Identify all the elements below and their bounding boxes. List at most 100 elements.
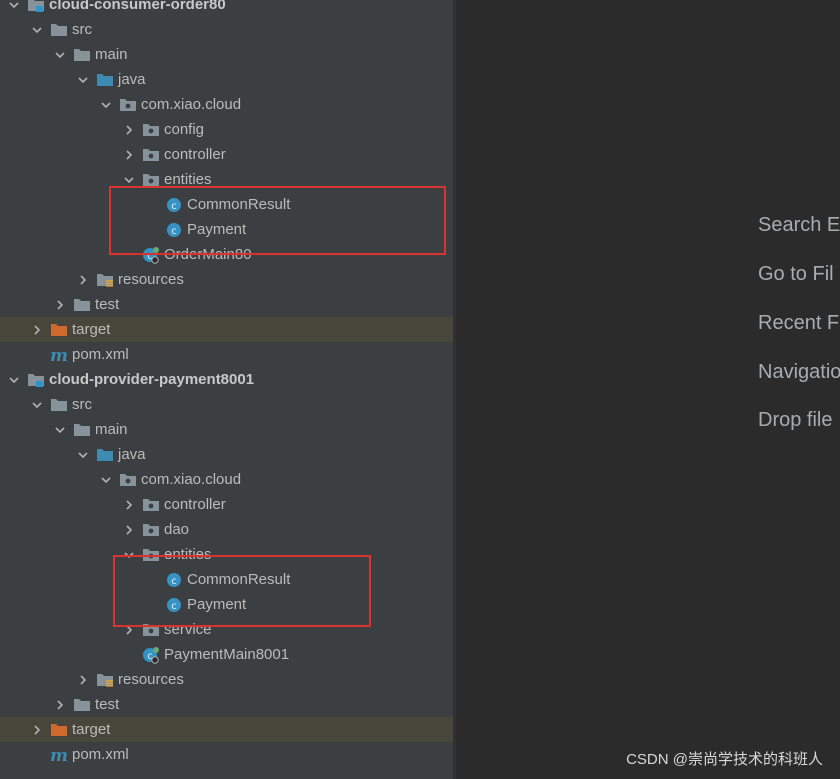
tree-row-folder[interactable]: main [0, 417, 453, 442]
chevron-right-icon[interactable] [122, 142, 136, 167]
chevron-down-icon[interactable] [7, 0, 21, 17]
tree-row-label: pom.xml [72, 346, 129, 363]
tree-row-folder[interactable]: test [0, 692, 453, 717]
folder-icon [73, 697, 91, 713]
excluded-folder-icon [50, 722, 68, 738]
chevron-down-icon[interactable] [99, 467, 113, 492]
tree-row-label: config [164, 121, 205, 138]
tree-row-folder[interactable]: test [0, 292, 453, 317]
source-folder-icon [96, 447, 114, 463]
module-folder-icon [27, 0, 45, 13]
tree-row-source-folder[interactable]: java [0, 67, 453, 92]
chevron-right-icon[interactable] [30, 317, 44, 342]
navigation-bar-hint: Navigatio [758, 361, 840, 383]
package-icon [142, 522, 160, 538]
recent-files-hint: Recent F [758, 312, 840, 334]
tree-row-label: src [72, 396, 92, 413]
svg-text:m: m [50, 747, 68, 763]
excluded-folder-icon [50, 322, 68, 338]
tree-row-package[interactable]: com.xiao.cloud [0, 92, 453, 117]
tree-row-folder[interactable]: main [0, 42, 453, 67]
chevron-down-icon[interactable] [76, 67, 90, 92]
tree-row-label: PaymentMain8001 [164, 646, 290, 663]
maven-file-icon: m [50, 347, 68, 363]
search-everywhere-hint: Search E [758, 214, 840, 236]
folder-icon [73, 422, 91, 438]
package-icon [142, 497, 160, 513]
spring-boot-class-icon: c [142, 646, 160, 664]
resources-folder-icon [96, 672, 114, 688]
tree-row-source-folder[interactable]: java [0, 442, 453, 467]
resources-folder-icon [96, 272, 114, 288]
chevron-right-icon[interactable] [122, 517, 136, 542]
tree-row-label: target [72, 721, 111, 738]
tree-row-label: test [95, 296, 120, 313]
tree-row-label: controller [164, 146, 226, 163]
tree-row-package[interactable]: controller [0, 142, 453, 167]
chevron-right-icon[interactable] [53, 692, 67, 717]
tree-row-maven-file[interactable]: m pom.xml [0, 742, 453, 767]
tree-row-label: test [95, 696, 120, 713]
package-icon [142, 122, 160, 138]
tree-row-label: java [118, 446, 146, 463]
tree-row-folder[interactable]: src [0, 17, 453, 42]
tree-row-package[interactable]: controller [0, 492, 453, 517]
chevron-right-icon[interactable] [53, 292, 67, 317]
folder-icon [50, 397, 68, 413]
package-icon [142, 147, 160, 163]
tree-row-resources-folder[interactable]: resources [0, 267, 453, 292]
package-icon [119, 472, 137, 488]
chevron-down-icon[interactable] [30, 392, 44, 417]
tree-row-excluded-folder[interactable]: target [0, 717, 453, 742]
source-folder-icon [96, 72, 114, 88]
tree-row-excluded-folder[interactable]: target [0, 317, 453, 342]
tree-row-label: cloud-provider-payment8001 [49, 371, 255, 388]
tree-row-label: main [95, 46, 128, 63]
tree-row-label: pom.xml [72, 746, 129, 763]
tree-row-spring-class[interactable]: c PaymentMain8001 [0, 642, 453, 667]
csdn-watermark: CSDN @崇尚学技术的科班人 [626, 751, 823, 768]
chevron-right-icon[interactable] [122, 117, 136, 142]
chevron-right-icon[interactable] [76, 667, 90, 692]
chevron-down-icon[interactable] [53, 42, 67, 67]
tree-row-module[interactable]: cloud-provider-payment8001 [0, 367, 453, 392]
tree-row-label: resources [118, 271, 184, 288]
tree-row-package[interactable]: com.xiao.cloud [0, 467, 453, 492]
tree-row-module[interactable]: cloud-consumer-order80 [0, 0, 453, 17]
chevron-right-icon[interactable] [30, 717, 44, 742]
tree-row-label: target [72, 321, 111, 338]
tree-row-label: com.xiao.cloud [141, 471, 242, 488]
package-icon [119, 97, 137, 113]
tree-row-label: main [95, 421, 128, 438]
tree-row-maven-file[interactable]: m pom.xml [0, 342, 453, 367]
drop-files-hint: Drop file [758, 409, 833, 431]
entities-annotation-box [109, 186, 446, 255]
folder-icon [50, 22, 68, 38]
chevron-down-icon[interactable] [7, 367, 21, 392]
maven-file-icon: m [50, 747, 68, 763]
tree-row-resources-folder[interactable]: resources [0, 667, 453, 692]
tree-row-package[interactable]: config [0, 117, 453, 142]
chevron-down-icon[interactable] [53, 417, 67, 442]
chevron-right-icon[interactable] [122, 492, 136, 517]
chevron-right-icon[interactable] [76, 267, 90, 292]
entities-annotation-box [113, 555, 371, 627]
chevron-down-icon[interactable] [99, 92, 113, 117]
folder-icon [73, 297, 91, 313]
tree-row-label: src [72, 21, 92, 38]
tree-row-label: com.xiao.cloud [141, 96, 242, 113]
chevron-down-icon[interactable] [30, 17, 44, 42]
tree-row-label: cloud-consumer-order80 [49, 0, 226, 13]
editor-empty-area: Search E Go to Fil Recent F Navigatio Dr… [456, 0, 840, 779]
tree-row-label: dao [164, 521, 190, 538]
module-folder-icon [27, 372, 45, 388]
tree-row-label: resources [118, 671, 184, 688]
tree-row-folder[interactable]: src [0, 392, 453, 417]
folder-icon [73, 47, 91, 63]
tree-row-package[interactable]: dao [0, 517, 453, 542]
go-to-file-hint: Go to Fil [758, 263, 834, 285]
chevron-down-icon[interactable] [76, 442, 90, 467]
